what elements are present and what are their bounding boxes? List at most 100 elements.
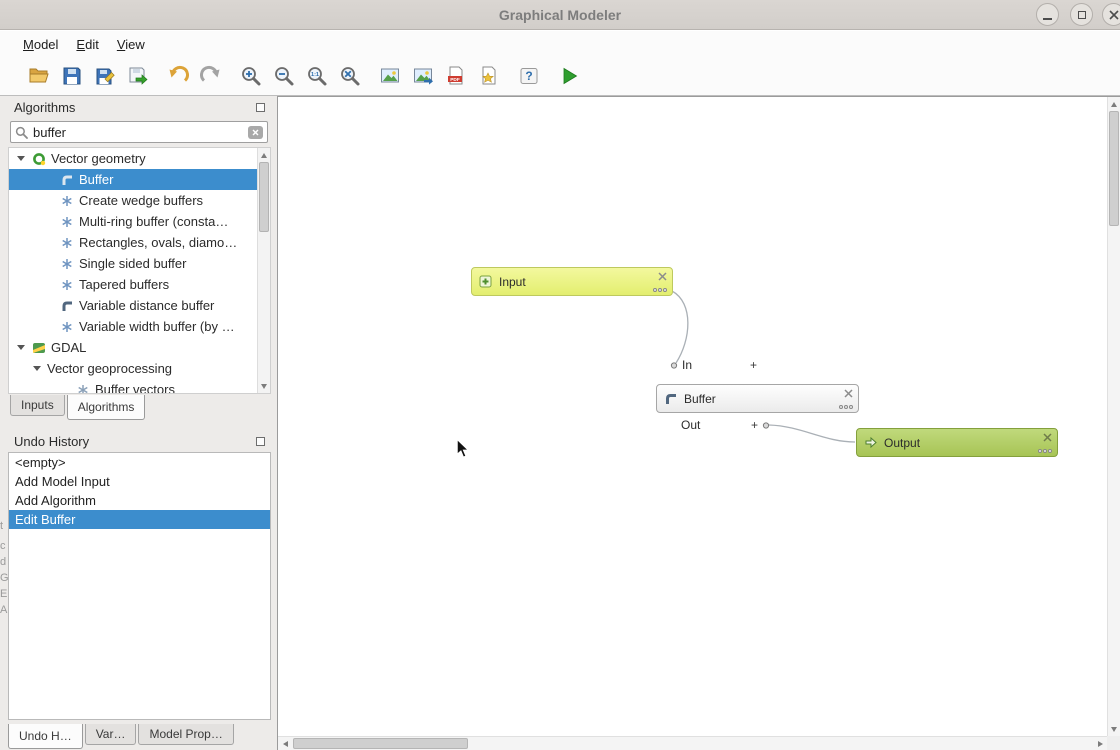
- tree-item-buffer[interactable]: Buffer: [9, 169, 257, 190]
- tree-item-variable-width-buffer[interactable]: Variable width buffer (by …: [9, 316, 257, 337]
- tree-group-gdal[interactable]: GDAL: [9, 337, 257, 358]
- scroll-right-icon[interactable]: [1095, 737, 1105, 750]
- qgis-icon: [31, 152, 47, 166]
- scroll-down-icon[interactable]: [258, 381, 270, 391]
- image-export-icon: [412, 65, 434, 87]
- clear-search-icon[interactable]: [248, 126, 263, 139]
- delete-node-icon[interactable]: [1043, 433, 1052, 442]
- tab-algorithms[interactable]: Algorithms: [67, 395, 146, 420]
- tree-group-vector-geometry[interactable]: Vector geometry: [9, 148, 257, 169]
- tab-model-properties[interactable]: Model Prop…: [138, 724, 233, 745]
- undo-item-add-model-input[interactable]: Add Model Input: [9, 472, 270, 491]
- minimize-button[interactable]: [1036, 3, 1059, 26]
- scroll-up-icon[interactable]: [1108, 99, 1120, 109]
- zoom-out-icon: [273, 65, 295, 87]
- undo-item-add-algorithm[interactable]: Add Algorithm: [9, 491, 270, 510]
- tree-item-label: Buffer vectors: [95, 382, 175, 393]
- algorithm-search-box[interactable]: [10, 121, 268, 143]
- tree-item-label: Variable width buffer (by …: [79, 319, 235, 334]
- undo-history-list: <empty> Add Model Input Add Algorithm Ed…: [8, 452, 271, 720]
- tree-item-multi-ring-buffer[interactable]: Multi-ring buffer (consta…: [9, 211, 257, 232]
- model-node-input[interactable]: Input: [471, 267, 673, 296]
- expander-icon[interactable]: [17, 156, 25, 161]
- mouse-cursor: [456, 439, 470, 459]
- canvas-vertical-scrollbar[interactable]: [1107, 97, 1120, 736]
- zoom-actual-icon: 1:1: [306, 65, 328, 87]
- tree-item-buffer-vectors[interactable]: Buffer vectors: [9, 379, 257, 393]
- model-canvas[interactable]: Input In + Buffer: [277, 96, 1120, 750]
- tree-item-single-sided-buffer[interactable]: Single sided buffer: [9, 253, 257, 274]
- undo-item-empty[interactable]: <empty>: [9, 453, 270, 472]
- export-as-pdf-button[interactable]: PDF: [443, 63, 469, 89]
- help-button[interactable]: ?: [516, 63, 542, 89]
- run-model-button[interactable]: [556, 63, 582, 89]
- undo-history-title: Undo History: [14, 434, 89, 449]
- zoom-in-button[interactable]: [238, 63, 264, 89]
- scroll-up-icon[interactable]: [258, 150, 270, 160]
- zoom-full-button[interactable]: [337, 63, 363, 89]
- delete-node-icon[interactable]: [658, 272, 667, 281]
- tree-group-vector-geoprocessing[interactable]: Vector geoprocessing: [9, 358, 257, 379]
- algorithm-icon: [59, 215, 75, 229]
- undo-button[interactable]: [165, 63, 191, 89]
- scroll-left-icon[interactable]: [280, 737, 290, 750]
- algorithms-panel-title: Algorithms: [14, 100, 75, 115]
- search-icon: [15, 126, 28, 139]
- node-options-dots[interactable]: [1038, 449, 1052, 453]
- algorithm-icon: [59, 257, 75, 271]
- export-as-image-button[interactable]: [377, 63, 403, 89]
- out-socket-expand[interactable]: +: [751, 418, 758, 432]
- pdf-icon: PDF: [445, 65, 467, 87]
- node-label: Buffer: [684, 392, 716, 406]
- horizontal-scrollbar-thumb[interactable]: [293, 738, 468, 749]
- menu-model[interactable]: Model: [14, 34, 67, 55]
- scroll-down-icon[interactable]: [1108, 724, 1120, 734]
- tree-scrollbar[interactable]: [257, 148, 270, 393]
- close-button[interactable]: [1102, 3, 1120, 26]
- maximize-button[interactable]: [1070, 3, 1093, 26]
- tree-item-label: GDAL: [51, 340, 86, 355]
- node-label: Output: [884, 436, 920, 450]
- tree-item-label: Create wedge buffers: [79, 193, 203, 208]
- tab-inputs[interactable]: Inputs: [10, 395, 65, 416]
- tree-item-label: Tapered buffers: [79, 277, 169, 292]
- search-input[interactable]: [33, 125, 248, 140]
- delete-node-icon[interactable]: [844, 389, 853, 398]
- vertical-scrollbar-thumb[interactable]: [1109, 111, 1119, 226]
- model-node-output[interactable]: Output: [856, 428, 1058, 457]
- tree-item-rectangles-ovals[interactable]: Rectangles, ovals, diamo…: [9, 232, 257, 253]
- save-model-as-button[interactable]: [92, 63, 118, 89]
- model-node-buffer[interactable]: Buffer: [656, 384, 859, 413]
- tab-undo-history[interactable]: Undo H…: [8, 724, 83, 749]
- zoom-actual-size-button[interactable]: 1:1: [304, 63, 330, 89]
- tree-item-label: Buffer: [79, 172, 113, 187]
- menu-view[interactable]: View: [108, 34, 154, 55]
- export-as-image-alt-button[interactable]: [410, 63, 436, 89]
- expander-icon[interactable]: [17, 345, 25, 350]
- edge-fragment: A: [0, 604, 8, 616]
- node-options-dots[interactable]: [839, 405, 853, 409]
- menu-edit[interactable]: Edit: [67, 34, 107, 55]
- undo-item-edit-buffer[interactable]: Edit Buffer: [9, 510, 270, 529]
- expander-icon[interactable]: [33, 366, 41, 371]
- tree-item-variable-distance-buffer[interactable]: Variable distance buffer: [9, 295, 257, 316]
- in-socket-expand[interactable]: +: [750, 358, 757, 372]
- node-options-dots[interactable]: [653, 288, 667, 292]
- open-model-button[interactable]: [26, 63, 52, 89]
- algorithm-icon: [59, 320, 75, 334]
- tree-item-tapered-buffers[interactable]: Tapered buffers: [9, 274, 257, 295]
- export-as-svg-button[interactable]: [476, 63, 502, 89]
- algorithm-tree: Vector geometry Buffer Create wedge bu: [8, 147, 271, 394]
- save-model-in-project-button[interactable]: [125, 63, 151, 89]
- panel-float-icon[interactable]: [256, 103, 265, 112]
- redo-button[interactable]: [198, 63, 224, 89]
- out-socket-label: Out: [681, 418, 700, 432]
- tree-item-create-wedge-buffers[interactable]: Create wedge buffers: [9, 190, 257, 211]
- panel-float-icon[interactable]: [256, 437, 265, 446]
- canvas-horizontal-scrollbar[interactable]: [278, 736, 1107, 750]
- tree-scrollbar-thumb[interactable]: [259, 162, 269, 232]
- tree-item-label: Vector geoprocessing: [47, 361, 172, 376]
- tab-variables[interactable]: Var…: [85, 724, 137, 745]
- save-model-button[interactable]: [59, 63, 85, 89]
- zoom-out-button[interactable]: [271, 63, 297, 89]
